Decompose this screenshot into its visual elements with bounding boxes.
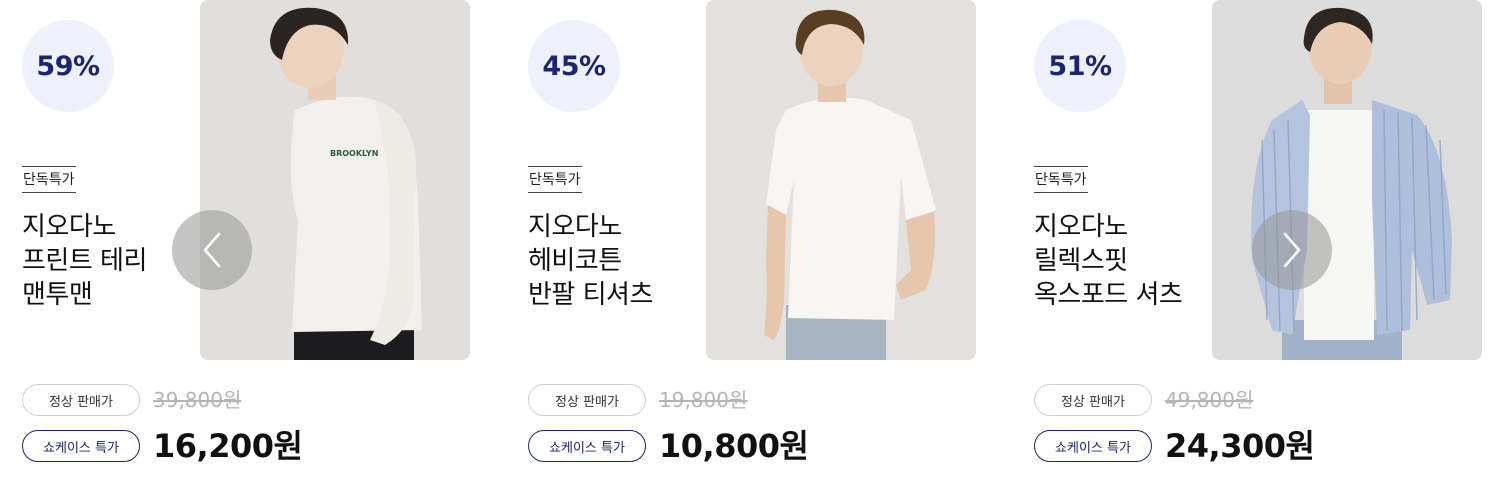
- exclusive-tag: 단독특가: [528, 166, 582, 193]
- regular-price: 49,800원: [1165, 388, 1254, 412]
- special-price: 16,200원: [153, 427, 303, 465]
- regular-price: 39,800원: [153, 388, 242, 412]
- discount-badge: 51%: [1034, 20, 1126, 112]
- discount-badge: 59%: [22, 20, 114, 112]
- product-name-line: 맨투맨: [22, 280, 93, 310]
- product-name: 지오다노 릴렉스핏 옥스포드 셔츠: [1034, 210, 1183, 312]
- regular-price-label: 정상 판매가: [528, 384, 646, 416]
- chevron-left-icon: [203, 232, 221, 268]
- discount-badge: 45%: [528, 20, 620, 112]
- carousel-prev-button[interactable]: [172, 210, 252, 290]
- product-name-line: 반팔 티셔츠: [528, 280, 653, 310]
- product-name-line: 릴렉스핏: [1034, 246, 1128, 276]
- regular-price-label: 정상 판매가: [1034, 384, 1152, 416]
- product-name: 지오다노 프린트 테리 맨투맨: [22, 210, 147, 312]
- product-image[interactable]: [1212, 0, 1482, 360]
- product-name-line: 지오다노: [528, 212, 622, 242]
- product-name-line: 지오다노: [22, 212, 116, 242]
- special-price-label: 쇼케이스 특가: [1034, 430, 1152, 462]
- product-image[interactable]: BROOKLYN: [200, 0, 470, 360]
- product-card[interactable]: 51% 단독특가 지오다노 릴렉스핏 옥스포드 셔츠 정상 판매가 49,800…: [1012, 0, 1482, 478]
- product-image[interactable]: [706, 0, 976, 360]
- product-name: 지오다노 헤비코튼 반팔 티셔츠: [528, 210, 653, 312]
- carousel-next-button[interactable]: [1252, 210, 1332, 290]
- special-price: 10,800원: [659, 427, 809, 465]
- product-name-line: 옥스포드 셔츠: [1034, 280, 1183, 310]
- special-price-label: 쇼케이스 특가: [22, 430, 140, 462]
- exclusive-tag: 단독특가: [1034, 166, 1088, 193]
- chevron-right-icon: [1283, 232, 1301, 268]
- sweatshirt-print: BROOKLYN: [330, 149, 378, 158]
- product-name-line: 지오다노: [1034, 212, 1128, 242]
- product-name-line: 프린트 테리: [22, 246, 147, 276]
- product-card[interactable]: 45% 단독특가 지오다노 헤비코튼 반팔 티셔츠 정상 판매가 19,800원…: [506, 0, 976, 478]
- product-name-line: 헤비코튼: [528, 246, 622, 276]
- regular-price: 19,800원: [659, 388, 748, 412]
- exclusive-tag: 단독특가: [22, 166, 76, 193]
- special-price-label: 쇼케이스 특가: [528, 430, 646, 462]
- regular-price-label: 정상 판매가: [22, 384, 140, 416]
- special-price: 24,300원: [1165, 427, 1315, 465]
